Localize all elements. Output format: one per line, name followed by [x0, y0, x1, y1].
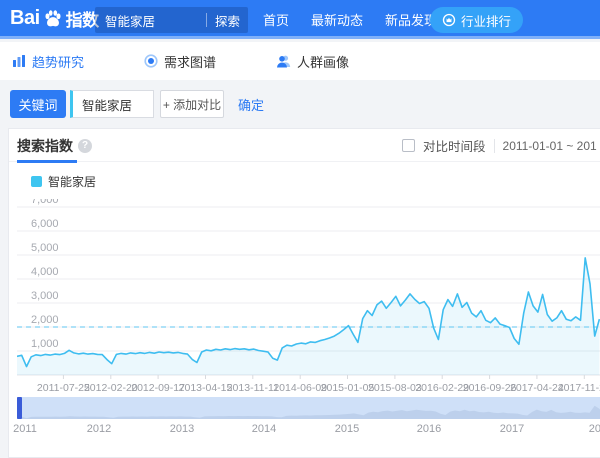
keyword-bar: 关键词 智能家居 + 添加对比 确定 [0, 80, 600, 128]
header-search-box[interactable]: 智能家居 探索 [95, 7, 248, 33]
svg-text:2013-11-11: 2013-11-11 [227, 382, 279, 394]
logo-text-cn: 指数 [66, 6, 99, 31]
tab-audience-profile[interactable]: 人群画像 [276, 52, 349, 71]
svg-text:2015-01-05: 2015-01-05 [321, 382, 375, 394]
year-label-2016: 2016 [417, 423, 441, 435]
tab-demand-map[interactable]: 需求图谱 [144, 52, 216, 71]
svg-text:2012-09-17: 2012-09-17 [131, 382, 185, 394]
svg-text:2017-11-20: 2017-11-20 [558, 382, 600, 394]
nav-item-home[interactable]: 首页 [263, 10, 289, 29]
year-label-2011: 2011 [13, 423, 37, 435]
svg-text:5,000: 5,000 [31, 242, 59, 254]
year-label-2014: 2014 [252, 423, 276, 435]
trend-chart[interactable]: 1,000 2,000 3,000 4,000 5,000 6,000 7,000 2011-… [17, 199, 600, 397]
svg-text:3,000: 3,000 [31, 290, 59, 302]
tab-search-index-label: 搜索指数 [17, 136, 73, 156]
module-tabs: 趋势研究 需求图谱 人群画像 [0, 42, 600, 80]
svg-text:1,000: 1,000 [31, 338, 59, 350]
compare-period-checkbox[interactable] [402, 139, 415, 152]
year-label-2017: 2017 [500, 423, 524, 435]
panel-header: 搜索指数 ? 对比时间段 2011-01-01 ~ 201 [9, 129, 600, 162]
year-label-2018: 2018 [589, 423, 600, 435]
keyword-button[interactable]: 关键词 [10, 90, 66, 118]
svg-text:7,000: 7,000 [31, 199, 59, 206]
radar-circle-icon [144, 54, 158, 68]
legend-label: 智能家居 [48, 173, 96, 190]
compare-period-label: 对比时间段 [423, 136, 486, 155]
nav-item-news[interactable]: 最新动态 [311, 10, 363, 29]
confirm-button[interactable]: 确定 [238, 90, 264, 118]
svg-text:2013-04-15: 2013-04-15 [179, 382, 233, 394]
date-range-picker[interactable]: 2011-01-01 ~ 201 [503, 139, 597, 153]
logo-text-latin: Bai [10, 7, 40, 30]
industry-ranking-button[interactable]: 行业排行 [430, 7, 523, 33]
baidu-paw-icon [42, 8, 64, 30]
keyword-input[interactable]: 智能家居 [70, 90, 154, 118]
svg-text:2015-08-03: 2015-08-03 [368, 382, 422, 394]
legend-color-swatch [31, 176, 42, 187]
search-submit-button[interactable]: 探索 [207, 11, 248, 30]
tab-search-index[interactable]: 搜索指数 ? [17, 129, 92, 162]
trend-chart-area[interactable]: 1,000 2,000 3,000 4,000 5,000 6,000 7,000 2011-… [17, 199, 600, 397]
header-divider [494, 139, 495, 153]
tab-trend-research[interactable]: 趋势研究 [12, 52, 84, 71]
svg-text:2,000: 2,000 [31, 314, 59, 326]
svg-text:2016-09-26: 2016-09-26 [463, 382, 517, 394]
add-compare-button[interactable]: + 添加对比 [160, 90, 224, 118]
slider-mini-chart [17, 397, 600, 419]
svg-text:2014-06-09: 2014-06-09 [273, 382, 327, 394]
header-search-input[interactable]: 智能家居 [95, 11, 206, 30]
svg-text:2011-07-25: 2011-07-25 [37, 382, 90, 394]
tab-audience-profile-label: 人群画像 [297, 52, 349, 71]
year-label-2015: 2015 [335, 423, 359, 435]
person-icon [276, 54, 291, 68]
svg-text:2012-02-20: 2012-02-20 [84, 382, 138, 394]
slider-left-handle[interactable] [17, 397, 22, 419]
chart-legend[interactable]: 智能家居 [31, 173, 96, 190]
time-range-slider[interactable] [17, 397, 600, 419]
svg-text:2017-04-24: 2017-04-24 [510, 382, 564, 394]
trend-chart-icon [12, 54, 26, 68]
header-nav: 首页 最新动态 新品发现 [263, 0, 437, 39]
top-header: Bai 指数 智能家居 探索 首页 最新动态 新品发现 行业排行 [0, 0, 600, 39]
year-label-2013: 2013 [170, 423, 194, 435]
svg-text:4,000: 4,000 [31, 266, 59, 278]
industry-ranking-label: 行业排行 [461, 11, 511, 30]
active-tab-underline [17, 160, 77, 163]
tab-demand-map-label: 需求图谱 [164, 52, 216, 71]
svg-text:6,000: 6,000 [31, 218, 59, 230]
baidu-index-logo[interactable]: Bai 指数 [10, 6, 99, 31]
help-icon[interactable]: ? [78, 139, 92, 153]
slider-year-axis: 2011 2012 2013 2014 2015 2016 2017 2018 [9, 423, 600, 439]
panel-header-controls: 对比时间段 2011-01-01 ~ 201 [402, 129, 597, 162]
svg-text:2016-02-29: 2016-02-29 [415, 382, 469, 394]
medal-icon [442, 13, 456, 27]
tab-trend-research-label: 趋势研究 [32, 52, 84, 71]
year-label-2012: 2012 [87, 423, 111, 435]
search-index-panel: 搜索指数 ? 对比时间段 2011-01-01 ~ 201 智能家居 1,000… [8, 128, 600, 458]
